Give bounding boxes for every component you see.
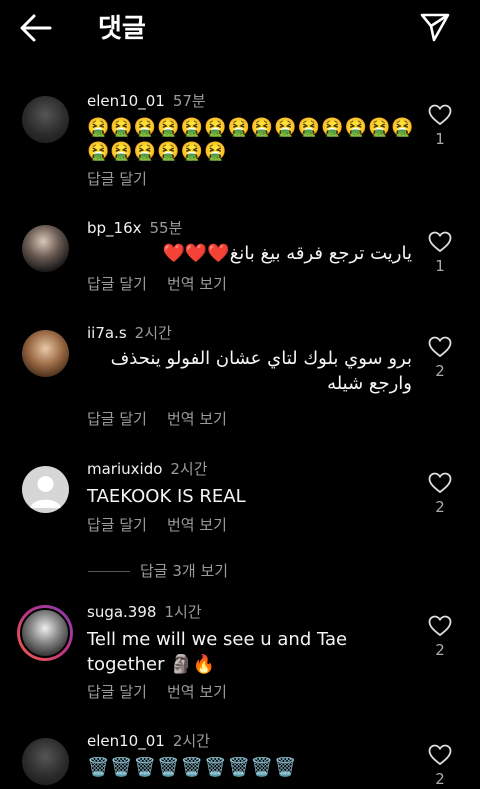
like-count: 2 [435, 770, 445, 788]
comment-username[interactable]: ii7a.s [87, 324, 127, 342]
avatar-image [20, 608, 70, 658]
divider [88, 571, 130, 572]
comment-text: برو سوي بلوك لتاي عشان الفولو ينحذف وارج… [110, 348, 412, 394]
default-avatar-icon [30, 476, 61, 508]
heart-icon [428, 472, 452, 494]
reply-button[interactable]: 답글 달기 [87, 516, 147, 534]
comment-time: 2시간 [170, 460, 208, 478]
like-button[interactable]: 1 [426, 231, 454, 275]
arrow-left-icon [20, 14, 52, 42]
comment-text: 🤮🤮🤮🤮🤮🤮🤮🤮🤮🤮🤮🤮🤮🤮🤮🤮🤮🤮🤮🤮 [87, 117, 415, 162]
view-replies-label: 답글 3개 보기 [140, 562, 229, 580]
like-button[interactable]: 1 [426, 104, 454, 148]
comment-time: 1시간 [164, 603, 202, 621]
like-count: 1 [435, 130, 445, 148]
comment-time: 2시간 [134, 324, 172, 342]
comment-text: ياريت ترجع فرقه بيغ بانغ❤️❤️❤️ [162, 243, 412, 264]
like-button[interactable]: 2 [426, 336, 454, 380]
comment-time: 2시간 [172, 732, 210, 750]
translate-button[interactable]: 번역 보기 [167, 683, 227, 701]
avatar[interactable] [22, 330, 69, 377]
share-button[interactable] [418, 10, 458, 46]
heart-icon [428, 744, 452, 766]
avatar[interactable] [22, 225, 69, 272]
like-button[interactable]: 2 [426, 615, 454, 659]
like-count: 2 [435, 362, 445, 380]
translate-button[interactable]: 번역 보기 [167, 516, 227, 534]
comments-header: 댓글 [0, 0, 480, 56]
avatar[interactable] [22, 466, 69, 513]
comment-username[interactable]: suga.398 [87, 603, 156, 621]
avatar[interactable] [22, 738, 69, 785]
comment-username[interactable]: bp_16x [87, 219, 142, 237]
back-button[interactable] [18, 10, 58, 46]
heart-icon [428, 336, 452, 358]
comment-username[interactable]: mariuxido [87, 460, 162, 478]
comment-time: 55분 [149, 219, 183, 237]
avatar[interactable] [17, 605, 73, 661]
reply-button[interactable]: 답글 달기 [87, 410, 147, 428]
comment-text: 🗑️🗑️🗑️🗑️🗑️🗑️🗑️🗑️🗑️ [87, 757, 298, 778]
heart-icon [428, 615, 452, 637]
like-count: 2 [435, 498, 445, 516]
heart-icon [428, 104, 452, 126]
like-button[interactable]: 2 [426, 744, 454, 788]
avatar[interactable] [22, 96, 69, 143]
comment-username[interactable]: elen10_01 [87, 92, 165, 110]
comment-text: TAEKOOK IS REAL [87, 486, 246, 507]
view-replies-button[interactable]: 답글 3개 보기 [88, 560, 228, 581]
comment-time: 57분 [172, 92, 206, 110]
like-count: 2 [435, 641, 445, 659]
reply-button[interactable]: 답글 달기 [87, 275, 147, 293]
like-button[interactable]: 2 [426, 472, 454, 516]
like-count: 1 [435, 257, 445, 275]
reply-button[interactable]: 답글 달기 [87, 170, 147, 188]
comment-username[interactable]: elen10_01 [87, 732, 165, 750]
translate-button[interactable]: 번역 보기 [167, 275, 227, 293]
page-title: 댓글 [98, 14, 146, 44]
reply-button[interactable]: 답글 달기 [87, 683, 147, 701]
heart-icon [428, 231, 452, 253]
translate-button[interactable]: 번역 보기 [167, 410, 227, 428]
paper-plane-icon [420, 13, 450, 42]
comment-text: Tell me will we see u and Tae together 🗿… [87, 629, 348, 675]
